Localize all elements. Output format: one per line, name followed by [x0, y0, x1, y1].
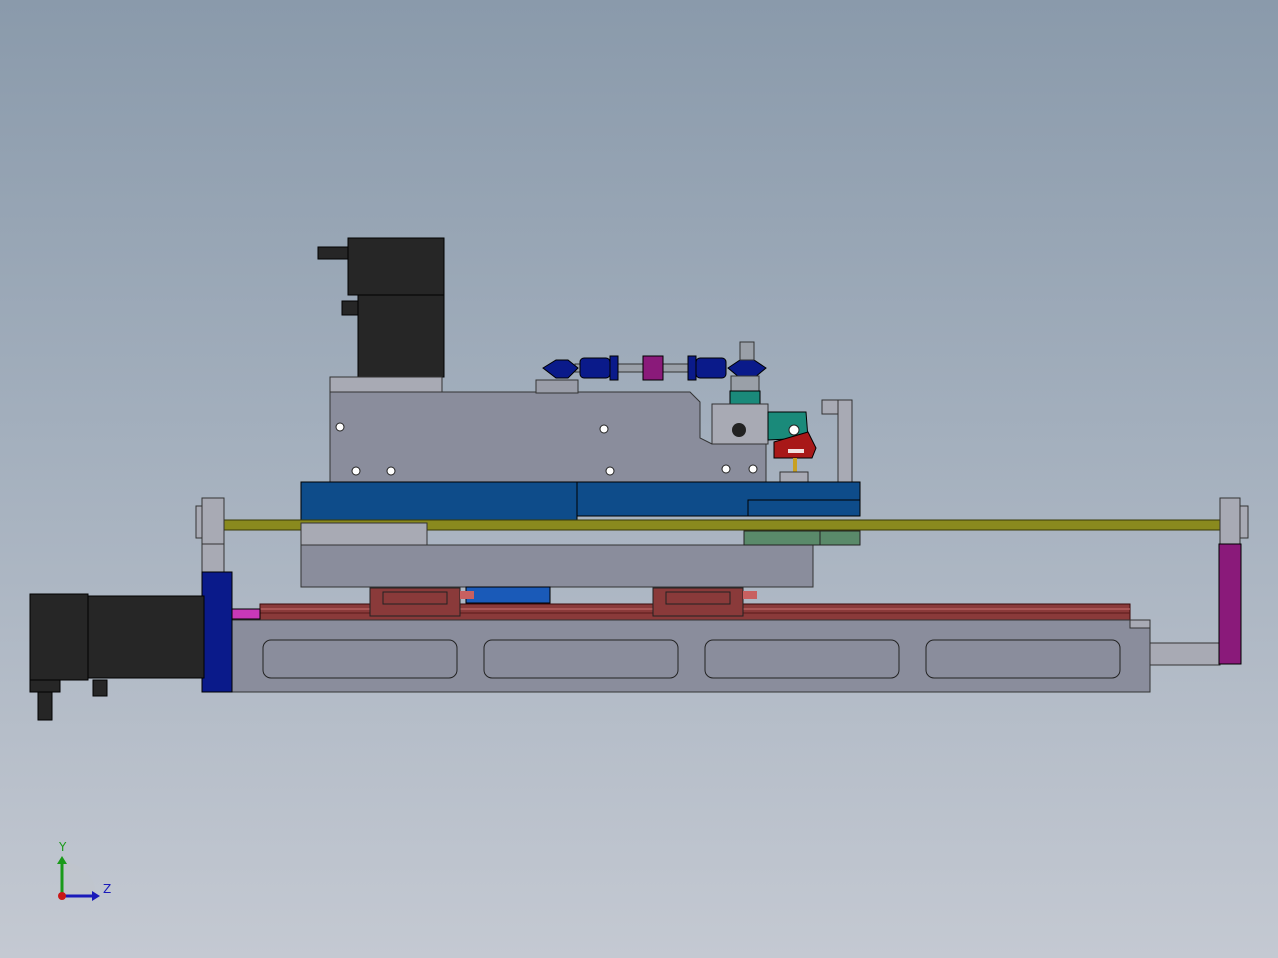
magenta-end-bracket — [1218, 543, 1242, 665]
green-bracket-right — [819, 530, 861, 546]
rod-clamp-left — [201, 497, 225, 545]
y-arrowhead — [57, 856, 67, 864]
upper-motor-connector — [341, 300, 359, 316]
grease-nipple-right — [743, 591, 757, 599]
x-axis-dot — [58, 892, 66, 900]
spacer-block — [300, 522, 428, 546]
cam-base — [779, 471, 809, 483]
lever-pivot — [788, 424, 800, 436]
lower-motor-foot — [29, 679, 61, 693]
coordinate-triad: Y Z — [57, 840, 111, 901]
spring-bolt — [739, 341, 755, 361]
base-extrusion — [229, 619, 1151, 693]
upper-servo-motor[interactable] — [317, 237, 445, 394]
blue-spacer — [465, 586, 551, 604]
grease-nipple-left — [460, 591, 474, 599]
stop-post — [837, 399, 853, 485]
cam-slot — [788, 449, 804, 453]
upper-motor-shaft — [317, 246, 351, 260]
motor-mount-flange — [329, 376, 443, 394]
rod-end-body-left — [579, 357, 611, 379]
rod-end-right — [727, 359, 767, 379]
hex-nut — [730, 375, 760, 393]
bolt-hole — [748, 464, 758, 474]
cam-spring — [793, 458, 797, 472]
bolt-hole — [386, 466, 396, 476]
bolt-hole — [721, 464, 731, 474]
triad-sector — [62, 862, 96, 896]
rod-end-body-right — [695, 357, 727, 379]
bolt-hole — [605, 466, 615, 476]
lock-nut-right — [687, 355, 697, 381]
blue-plate-left — [300, 481, 578, 524]
base-end-lip — [1129, 619, 1151, 629]
clamp-pin — [732, 423, 746, 437]
z-arrowhead — [92, 891, 100, 901]
turnbuckle-nut — [642, 355, 664, 381]
z-axis-label: Z — [103, 882, 111, 896]
lower-motor-cable — [37, 691, 53, 721]
y-axis-label: Y — [58, 840, 67, 854]
lower-motor-body — [87, 595, 205, 679]
linear-stage-assembly-model[interactable]: Y Z — [0, 0, 1278, 958]
linear-rail-assembly[interactable] — [259, 587, 1131, 625]
bolt-hole — [335, 422, 345, 432]
teal-block — [729, 390, 761, 406]
upper-motor-gearhead — [347, 237, 445, 296]
carriage-base-plate — [300, 544, 814, 588]
upper-motor-body — [357, 294, 445, 378]
end-stub — [1149, 642, 1221, 666]
blue-plate-step — [747, 499, 861, 517]
bolt-hole — [351, 466, 361, 476]
lock-nut-left — [609, 355, 619, 381]
stop-block-top — [821, 399, 839, 415]
green-bracket-left — [743, 530, 821, 546]
drive-end-cap — [201, 543, 225, 573]
rod-end-left — [542, 359, 579, 379]
rod-clamp-right-cap — [1239, 505, 1249, 539]
coupling — [231, 608, 261, 620]
blue-slide-plates[interactable] — [300, 481, 861, 524]
cad-viewport[interactable]: Y Z — [0, 0, 1278, 958]
bolt-hole — [599, 424, 609, 434]
drive-end-block — [201, 571, 233, 693]
carriage-side-plate — [329, 391, 767, 483]
lower-servo-motor[interactable] — [29, 543, 261, 721]
rod-clamp-right — [1219, 497, 1241, 545]
main-carriage-block[interactable] — [329, 379, 767, 483]
pivot-boss — [535, 379, 579, 394]
lower-motor-connector — [92, 679, 108, 697]
lower-motor-rear — [29, 593, 89, 681]
